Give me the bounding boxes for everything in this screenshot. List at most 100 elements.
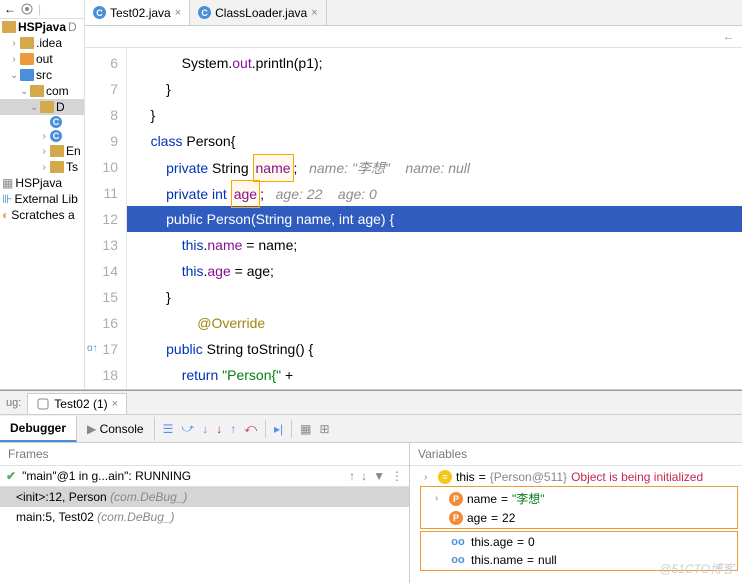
show-execution-point-icon[interactable]: ☰ — [163, 422, 174, 436]
tree-item-en[interactable]: ›En — [0, 143, 84, 159]
tree-label: com — [46, 84, 69, 98]
editor-area: C Test02.java × C ClassLoader.java × ← 6… — [85, 0, 742, 389]
tree-label: HSPjava — [15, 176, 62, 190]
editor-tab-test02[interactable]: C Test02.java × — [85, 0, 190, 25]
nav-back-icon[interactable]: ← — [723, 31, 734, 43]
line-number: 10 — [85, 154, 126, 180]
code-line[interactable]: } — [127, 76, 742, 102]
project-tool-window[interactable]: ← | HSPjava D ›.idea ›out ⌄src ⌄com ⌄D C… — [0, 0, 85, 389]
folder-icon — [40, 101, 54, 113]
thread-selector[interactable]: ✔ "main"@1 in g...ain": RUNNING ↑ ↓ ▼ ⋮ — [0, 466, 409, 487]
line-number: 14 — [85, 258, 126, 284]
chevron-right-icon[interactable]: › — [10, 38, 18, 49]
code-line[interactable]: this.age = age; — [127, 258, 742, 284]
code-line[interactable]: } — [127, 102, 742, 128]
tree-item-class2[interactable]: ›C — [0, 129, 84, 143]
tree-item-scratches[interactable]: ◐Scratches a — [0, 207, 84, 223]
chevron-down-icon[interactable]: ⌄ — [10, 70, 18, 81]
close-icon[interactable]: × — [112, 398, 118, 410]
folder-icon — [50, 161, 64, 173]
tree-label: Scratches a — [11, 208, 74, 222]
code-line[interactable]: public String toString() { — [127, 336, 742, 362]
debug-toolbar: Debugger ▶ Console ☰ ⤻ ↓ ↓ ↑ ⤺ ▸| ▦ ⊞ — [0, 415, 742, 443]
code-line[interactable]: return "Person{" + — [127, 362, 742, 388]
tree-item-com[interactable]: ⌄ com — [0, 83, 84, 99]
code-line[interactable]: private String name; name: "李想" name: nu… — [127, 154, 742, 180]
tree-item-src[interactable]: ⌄src — [0, 67, 84, 83]
chevron-right-icon[interactable]: › — [40, 131, 48, 142]
code-line[interactable]: System.out.println(p1); — [127, 50, 742, 76]
step-over-icon[interactable]: ⤻ — [181, 421, 194, 436]
run-to-cursor-icon[interactable]: ▸| — [274, 422, 283, 436]
line-number: 12 — [85, 206, 126, 232]
debugger-tab[interactable]: Debugger — [0, 416, 77, 442]
object-icon: ≡ — [438, 470, 452, 484]
project-root[interactable]: HSPjava D — [0, 19, 84, 35]
chevron-down-icon[interactable]: ⌄ — [20, 86, 28, 97]
arrow-up-icon[interactable]: ↑ — [349, 469, 355, 483]
override-icon[interactable]: o↑ — [87, 336, 98, 362]
tree-item-idea[interactable]: › .idea — [0, 35, 84, 51]
step-into-icon[interactable]: ↓ — [202, 422, 208, 436]
frames-header: Frames — [0, 443, 409, 466]
code-line[interactable]: private int age; age: 22 age: 0 — [127, 180, 742, 206]
console-tab[interactable]: ▶ Console — [77, 417, 155, 441]
tree-label: .idea — [36, 36, 62, 50]
tree-item-iml[interactable]: ▦HSPjava — [0, 175, 84, 191]
stack-frames-list[interactable]: <init>:12, Person (com.DeBug_) main:5, T… — [0, 487, 409, 527]
gutter[interactable]: 6 7 8 9 10 11 12 13 14 15 16 17o↑ 18 — [85, 48, 127, 389]
more-icon[interactable]: ⋮ — [391, 469, 403, 483]
debug-session-tab[interactable]: Test02 (1) × — [27, 393, 127, 414]
filter-icon[interactable]: ▼ — [373, 469, 385, 483]
line-number: 7 — [85, 76, 126, 102]
arrow-down-icon[interactable]: ↓ — [361, 469, 367, 483]
code-line[interactable]: class Person{ — [127, 128, 742, 154]
code-line[interactable]: } — [127, 284, 742, 310]
variable-name[interactable]: › P name = "李想" — [421, 488, 737, 509]
evaluate-icon[interactable]: ▦ — [300, 422, 311, 436]
line-number: 17o↑ — [85, 336, 126, 362]
close-icon[interactable]: × — [175, 7, 181, 19]
code-content[interactable]: System.out.println(p1); } } class Person… — [127, 48, 742, 389]
variable-this[interactable]: › ≡ this = {Person@511} Object is being … — [410, 468, 742, 486]
variable-this-age[interactable]: oo this.age = 0 — [421, 533, 737, 551]
class-icon: C — [50, 116, 62, 128]
code-line[interactable]: @Override — [127, 310, 742, 336]
tree-label: out — [36, 52, 53, 66]
drop-frame-icon[interactable]: ⤺ — [244, 421, 257, 436]
tree-item-out[interactable]: › out — [0, 51, 84, 67]
folder-icon — [30, 85, 44, 97]
variable-age[interactable]: P age = 22 — [421, 509, 737, 527]
chevron-right-icon[interactable]: › — [40, 162, 48, 173]
tree-item-class1[interactable]: C — [0, 115, 84, 129]
chevron-right-icon[interactable]: › — [424, 472, 434, 483]
tree-item-ts[interactable]: ›Ts — [0, 159, 84, 175]
chevron-down-icon[interactable]: ⌄ — [30, 102, 38, 113]
variables-list[interactable]: › ≡ this = {Person@511} Object is being … — [410, 466, 742, 575]
collapse-icon[interactable]: ← — [4, 2, 16, 16]
close-icon[interactable]: × — [311, 7, 317, 19]
step-out-icon[interactable]: ↑ — [230, 422, 236, 436]
chevron-right-icon[interactable]: › — [10, 54, 18, 65]
stack-frame[interactable]: <init>:12, Person (com.DeBug_) — [0, 487, 409, 507]
project-root-label: HSPjava — [18, 20, 66, 34]
trace-icon[interactable]: ⊞ — [320, 422, 330, 436]
editor-tab-classloader[interactable]: C ClassLoader.java × — [190, 0, 327, 25]
code-line[interactable]: this.name = name; — [127, 232, 742, 258]
code-editor[interactable]: 6 7 8 9 10 11 12 13 14 15 16 17o↑ 18 Sys — [85, 48, 742, 389]
watermark: @51CTO博客 — [659, 560, 734, 577]
tree-item-external[interactable]: ⊪External Lib — [0, 191, 84, 207]
force-step-into-icon[interactable]: ↓ — [216, 422, 222, 436]
folder-icon — [20, 53, 34, 65]
tree-label: D — [56, 100, 65, 114]
code-line-current[interactable]: public Person(String name, int age) { — [127, 206, 742, 232]
line-number: 15 — [85, 284, 126, 310]
chevron-right-icon[interactable]: › — [435, 493, 445, 504]
tree-item-d[interactable]: ⌄D — [0, 99, 84, 115]
chevron-right-icon[interactable]: › — [40, 146, 48, 157]
separator — [265, 420, 266, 438]
check-icon: ✔ — [6, 469, 16, 483]
stack-frame[interactable]: main:5, Test02 (com.DeBug_) — [0, 507, 409, 527]
target-icon[interactable] — [20, 2, 34, 16]
status-message: Object is being initialized — [571, 470, 703, 484]
